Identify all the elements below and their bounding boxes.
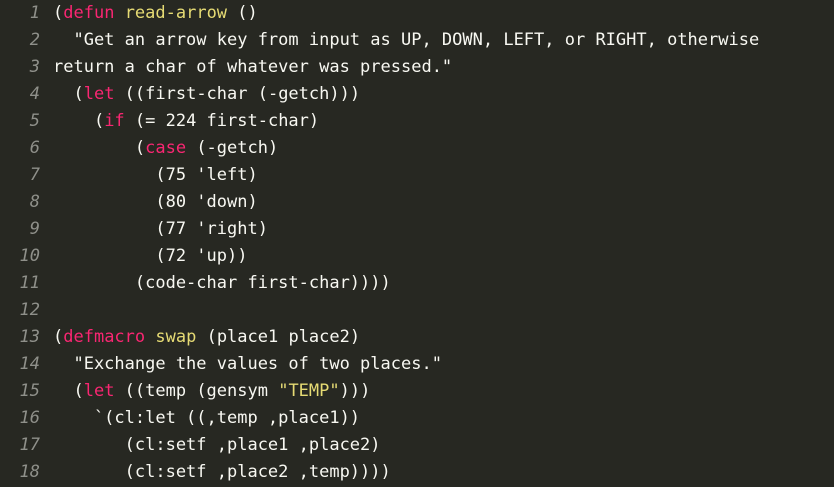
code-token-plain: ( (53, 84, 84, 104)
line-content: (let ((first-char (-getch))) (53, 81, 360, 108)
line-content: return a char of whatever was pressed." (53, 54, 452, 81)
code-token-plain: return a char of whatever was pressed." (53, 57, 453, 77)
code-token-kw: case (145, 138, 187, 158)
line-content: (75 'left) (53, 162, 258, 189)
code-token-plain: () (227, 3, 258, 23)
code-token-plain: `(cl:let ((,temp ,place1)) (53, 408, 361, 428)
code-token-plain: (77 'right) (53, 219, 268, 239)
code-token-plain: ( (53, 381, 84, 401)
code-token-plain: ( (53, 111, 105, 131)
line-content: "Get an arrow key from input as UP, DOWN… (53, 27, 759, 54)
code-token-kw: let (83, 84, 115, 104)
code-token-plain: ( (53, 3, 64, 23)
line-number: 5 (29, 111, 40, 131)
line-content: "Exchange the values of two places." (53, 351, 442, 378)
line-content: (let ((temp (gensym "TEMP"))) (53, 378, 370, 405)
code-token-str: "TEMP" (278, 381, 340, 401)
line-content: (defun read-arrow () (53, 0, 258, 27)
code-token-plain: (75 'left) (53, 165, 258, 185)
code-token-plain: ((temp (gensym (114, 381, 279, 401)
line-number: 15 (19, 381, 40, 401)
line-number: 2 (29, 30, 40, 50)
code-token-plain: (= 224 first-char) (124, 111, 320, 131)
line-content: (code-char first-char)))) (53, 270, 391, 297)
code-token-kw: defmacro (63, 327, 146, 347)
line-number: 13 (19, 327, 40, 347)
line-number: 14 (19, 354, 40, 374)
code-token-plain: (code-char first-char)))) (53, 273, 391, 293)
line-number: 16 (19, 408, 40, 428)
line-number: 7 (29, 165, 40, 185)
code-token-kw: let (83, 381, 115, 401)
line-number: 11 (19, 273, 40, 293)
code-token-plain: "Get an arrow key from input as UP, DOWN… (53, 30, 760, 50)
line-number: 17 (19, 435, 40, 455)
code-token-plain: (cl:setf ,place1 ,place2) (53, 435, 381, 455)
line-number: 10 (19, 246, 40, 266)
code-token-plain: ( (53, 138, 146, 158)
code-token-plain: (72 'up)) (53, 246, 248, 266)
line-content: (72 'up)) (53, 243, 247, 270)
line-number: 12 (19, 300, 40, 320)
line-content: (if (= 224 first-char) (53, 108, 319, 135)
line-content: (case (-getch) (53, 135, 278, 162)
line-number: 3 (29, 57, 40, 77)
line-number: 1 (29, 3, 40, 23)
line-content: (80 'down) (53, 189, 258, 216)
line-content: (cl:setf ,place1 ,place2) (53, 432, 381, 459)
code-token-kw: if (104, 111, 125, 131)
line-number: 8 (29, 192, 40, 212)
line-content: (cl:setf ,place2 ,temp)))) (53, 459, 391, 486)
code-editor[interactable]: 1 (defun read-arrow () 2 "Get an arrow key… (0, 0, 834, 487)
code-token-plain: (-getch) (186, 138, 279, 158)
code-token-plain: (cl:setf ,place2 ,temp)))) (53, 462, 391, 482)
code-token-fn: swap (155, 327, 197, 347)
code-token-plain: ( (53, 327, 64, 347)
line-number: 6 (29, 138, 40, 158)
line-number: 18 (19, 462, 40, 482)
line-content: (defmacro swap (place1 place2) (53, 324, 360, 351)
line-number: 4 (29, 84, 40, 104)
code-token-plain: (80 'down) (53, 192, 258, 212)
code-token-plain: (place1 place2) (196, 327, 361, 347)
code-token-plain: ))) (339, 381, 371, 401)
line-content: `(cl:let ((,temp ,place1)) (53, 405, 360, 432)
line-content: (77 'right) (53, 216, 268, 243)
code-token-plain: ((first-char (-getch))) (114, 84, 361, 104)
code-token-plain: "Exchange the values of two places." (53, 354, 442, 374)
line-number: 9 (29, 219, 40, 239)
code-token-fn: read-arrow (124, 3, 228, 23)
code-token-kw: defun (63, 3, 115, 23)
